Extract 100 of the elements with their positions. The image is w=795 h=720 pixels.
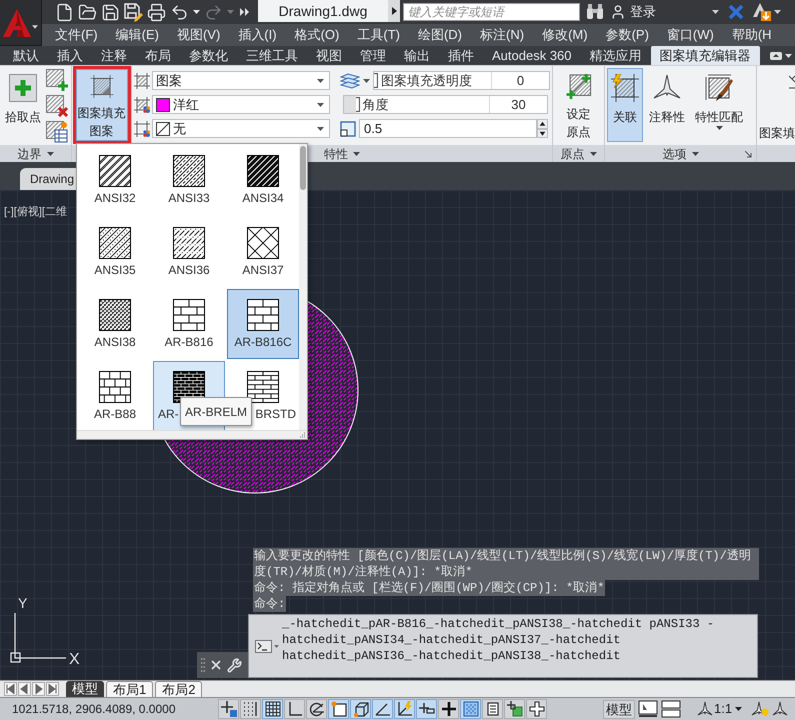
hatch-cross-icon[interactable] [46,95,68,117]
viewport-icon[interactable] [638,700,658,718]
panel-title-bar[interactable]: 原点 [553,145,604,162]
ribbon-tab[interactable]: 注释 [92,46,136,65]
ribbon-tab[interactable]: 插入 [48,46,92,65]
status-toggle-button[interactable] [284,699,305,719]
dropdown[interactable]: 无 [152,119,330,138]
menu-item[interactable]: 工具(T) [357,24,400,46]
close-icon[interactable] [209,658,223,672]
caret-icon[interactable] [774,10,781,14]
status-toggle-button[interactable] [218,699,239,719]
menu-item[interactable]: 编辑(E) [116,24,159,46]
floppy-pen-icon[interactable] [124,2,143,22]
status-toggle-button[interactable] [394,699,415,719]
menu-item[interactable]: 文件(F) [55,24,98,46]
status-toggle-button[interactable] [526,699,547,719]
slider-thumb[interactable] [356,97,360,112]
caret-icon[interactable] [363,78,370,82]
resize-grip-icon[interactable] [299,432,306,438]
x-mark-icon[interactable] [728,4,744,20]
ribbon-tab[interactable]: 参数化 [180,46,237,65]
dropdown[interactable]: 洋红 [152,95,330,114]
menu-item[interactable]: 格式(O) [294,24,340,46]
menu-item[interactable]: 视图(V) [176,24,220,46]
set-origin-button[interactable]: 设定原点 [556,68,602,142]
ribbon-tab[interactable]: 精选应用 [580,46,651,65]
sign-in-button[interactable]: 登录 [630,2,656,22]
ribbon-tab[interactable]: 视图 [307,46,351,65]
ribbon-tab[interactable]: 插件 [439,46,483,65]
panel-title-bar[interactable]: 边界 [0,145,71,162]
close-editor-button[interactable]: 图案填 [759,126,795,141]
layout-tab[interactable]: 布局2 [155,681,202,697]
terminal-icon[interactable] [255,640,272,652]
status-toggle-button[interactable] [372,699,393,719]
user-icon[interactable] [610,4,626,20]
figure-icon[interactable] [697,701,713,717]
layers-icon[interactable] [340,72,360,88]
figure-icon[interactable] [772,701,788,717]
status-toggle-button[interactable] [460,699,481,719]
status-toggle-button[interactable] [438,699,459,719]
page-icon[interactable] [55,2,74,22]
option-button[interactable]: 特性匹配 [691,68,747,142]
option-button[interactable]: 关联 [607,68,643,142]
model-button[interactable]: 模型 [603,700,635,718]
ribbon-tab[interactable]: 三维工具 [237,46,307,65]
hatch-pattern-button[interactable]: 图案填充图案 [76,69,128,141]
folder-icon[interactable] [78,2,97,22]
ribbon-tab[interactable]: 管理 [351,46,395,65]
binoculars-icon[interactable] [586,4,604,20]
grip-dots-icon[interactable] [201,658,205,672]
menu-item[interactable]: 插入(I) [238,24,277,46]
pattern-option[interactable]: AR-B816 [153,289,225,359]
layout-tab[interactable]: 布局1 [106,681,154,697]
document-tab[interactable]: Drawing1.dwg [258,0,388,22]
ribbon-tab[interactable]: Autodesk 360 [483,46,581,65]
scale-field[interactable]: 0.5 [359,119,537,138]
option-button[interactable]: 注释性 [645,68,689,142]
caret-icon[interactable] [193,10,200,14]
menu-item[interactable]: 绘图(D) [418,24,462,46]
layout-tab[interactable]: 模型 [66,681,104,697]
printer-icon[interactable] [147,2,166,22]
pattern-option[interactable]: AR-B816C [227,289,299,359]
undo-icon[interactable] [170,2,189,22]
pattern-option[interactable]: AR-B88 [79,361,151,431]
status-toggle-button[interactable] [482,699,503,719]
menu-item[interactable]: 修改(M) [542,24,588,46]
menu-item[interactable]: 帮助(H [732,24,772,46]
status-toggle-button[interactable] [262,699,283,719]
caret-icon[interactable] [712,10,719,14]
hatch-plus-icon[interactable] [46,69,68,91]
minimize-ribbon-icon[interactable] [770,52,782,60]
skip-back-icon[interactable] [4,682,17,696]
ribbon-tab[interactable]: 图案填充编辑器 [650,46,760,65]
hatch-table-icon[interactable] [46,121,68,143]
pick-points-button[interactable]: 拾取点 [3,68,43,142]
status-toggle-button[interactable] [416,699,437,719]
ribbon-tab[interactable]: 布局 [136,46,180,65]
ribbon-tab[interactable]: 输出 [395,46,439,65]
scrollbar-thumb[interactable] [300,146,306,190]
caret-icon[interactable] [735,707,742,711]
annotation-scale[interactable]: 1:1 [714,699,732,719]
viewport-label[interactable]: [-][俯视][二维 [4,204,67,220]
dropdown[interactable]: 图案 [152,71,330,90]
a-download-icon[interactable] [753,3,771,21]
status-toggle-button[interactable] [350,699,371,719]
figure-sun-icon[interactable] [751,701,770,717]
menu-item[interactable]: 窗口(W) [666,24,714,46]
layout-icon[interactable] [661,700,681,718]
double-chevron-icon[interactable] [240,8,250,16]
status-toggle-button[interactable] [306,699,327,719]
slider-field[interactable]: 图案填充透明度 0 [373,71,550,90]
application-button[interactable] [0,0,42,46]
ribbon-tab[interactable]: 默认 [4,46,48,65]
panel-title-bar[interactable]: 选项 [605,145,756,162]
caret-icon[interactable] [784,54,792,58]
status-toggle-button[interactable] [328,699,349,719]
spinner-up-icon[interactable] [537,119,548,128]
search-field[interactable]: 键入关键字或短语 [403,3,580,21]
skip-forward-icon[interactable] [46,682,59,696]
status-toggle-button[interactable] [504,699,525,719]
